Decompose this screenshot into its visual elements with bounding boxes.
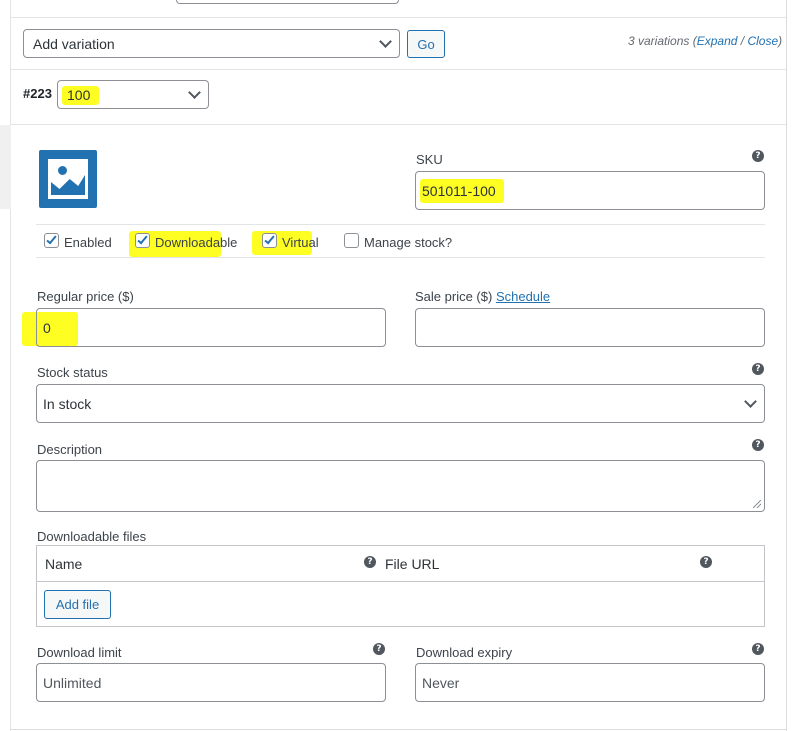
top-cut-off-input[interactable] — [176, 0, 399, 4]
download-expiry-placeholder: Never — [422, 674, 460, 691]
divider-checkboxes-top — [36, 224, 765, 225]
checkmark-icon — [264, 233, 275, 245]
files-url-help-icon[interactable]: ? — [700, 556, 712, 568]
enabled-checkbox[interactable] — [44, 233, 59, 248]
add-variation-select-value: Add variation — [33, 35, 115, 52]
description-help-icon[interactable]: ? — [752, 439, 764, 451]
go-button[interactable]: Go — [407, 30, 445, 58]
manage-stock-label: Manage stock? — [364, 235, 453, 250]
schedule-link[interactable]: Schedule — [496, 289, 550, 304]
sku-input[interactable]: 501011-100 — [415, 171, 765, 210]
add-variation-select[interactable]: Add variation — [23, 29, 400, 58]
chevron-down-icon — [188, 85, 201, 99]
regular-price-value: 0 — [43, 319, 51, 336]
checkmark-icon — [46, 233, 57, 245]
divider-checkboxes-bottom — [36, 257, 765, 258]
files-table-header: Name ? File URL ? — [37, 546, 764, 582]
image-mountain-shape — [51, 175, 85, 195]
download-expiry-input[interactable]: Never — [415, 663, 765, 702]
divider-bottom — [11, 729, 786, 730]
add-file-button[interactable]: Add file — [44, 590, 111, 619]
manage-stock-checkbox[interactable] — [344, 233, 359, 248]
variations-count: 3 variations — [628, 34, 690, 48]
stock-status-label: Stock status — [37, 365, 108, 380]
left-panel-shade — [0, 125, 11, 209]
sku-label: SKU — [416, 152, 443, 167]
stock-status-value: In stock — [43, 395, 92, 412]
description-label: Description — [37, 442, 103, 457]
files-col-url: File URL — [385, 556, 440, 572]
close-paren: ) — [778, 34, 783, 48]
regular-price-input[interactable]: 0 — [36, 308, 386, 347]
stock-status-help-icon[interactable]: ? — [752, 363, 764, 375]
divider-toolbar — [11, 69, 786, 70]
files-name-help-icon[interactable]: ? — [364, 556, 376, 568]
left-panel-edge — [0, 0, 11, 731]
image-placeholder-icon — [48, 159, 88, 199]
download-limit-label: Download limit — [37, 645, 122, 660]
files-col-name: Name — [45, 556, 83, 572]
sku-help-icon[interactable]: ? — [752, 150, 764, 162]
sale-price-label: Sale price ($) — [415, 289, 493, 304]
download-expiry-help-icon[interactable]: ? — [752, 643, 764, 655]
download-limit-input[interactable]: Unlimited — [36, 663, 386, 702]
virtual-label: Virtual — [282, 235, 319, 250]
chevron-down-icon — [379, 34, 392, 48]
regular-price-label: Regular price ($) — [37, 289, 134, 304]
downloadable-checkbox[interactable] — [135, 233, 150, 248]
variation-attribute-select[interactable]: 100 — [57, 80, 209, 109]
downloadable-files-label: Downloadable files — [37, 529, 147, 544]
right-panel-edge — [786, 0, 801, 731]
link-separator: / — [740, 34, 745, 48]
downloadable-files-table: Name ? File URL ? Add file — [36, 545, 765, 627]
stock-status-select[interactable]: In stock — [36, 384, 765, 423]
virtual-checkbox[interactable] — [262, 233, 277, 248]
checkmark-icon — [137, 233, 148, 245]
close-link[interactable]: Close — [747, 34, 778, 48]
description-textarea[interactable] — [36, 460, 765, 512]
sale-price-label-group: Sale price ($) Schedule — [415, 289, 550, 304]
variation-attribute-value: 100 — [67, 86, 91, 103]
variation-image-upload[interactable] — [39, 150, 97, 208]
expand-link[interactable]: Expand — [697, 34, 738, 48]
chevron-down-icon — [744, 394, 757, 408]
download-expiry-label: Download expiry — [416, 645, 513, 660]
downloadable-label: Downloadable — [155, 235, 238, 250]
sale-price-input[interactable] — [415, 308, 765, 347]
sku-value: 501011-100 — [422, 182, 496, 199]
variations-summary: 3 variations (Expand / Close) — [628, 34, 782, 48]
resize-handle-icon[interactable] — [753, 500, 761, 508]
download-limit-help-icon[interactable]: ? — [373, 643, 385, 655]
image-sun-shape — [58, 166, 67, 175]
divider-variation-header — [11, 124, 786, 125]
enabled-label: Enabled — [64, 235, 112, 250]
variation-id: #223 — [23, 86, 52, 101]
download-limit-placeholder: Unlimited — [43, 674, 102, 691]
divider-top — [11, 17, 786, 18]
